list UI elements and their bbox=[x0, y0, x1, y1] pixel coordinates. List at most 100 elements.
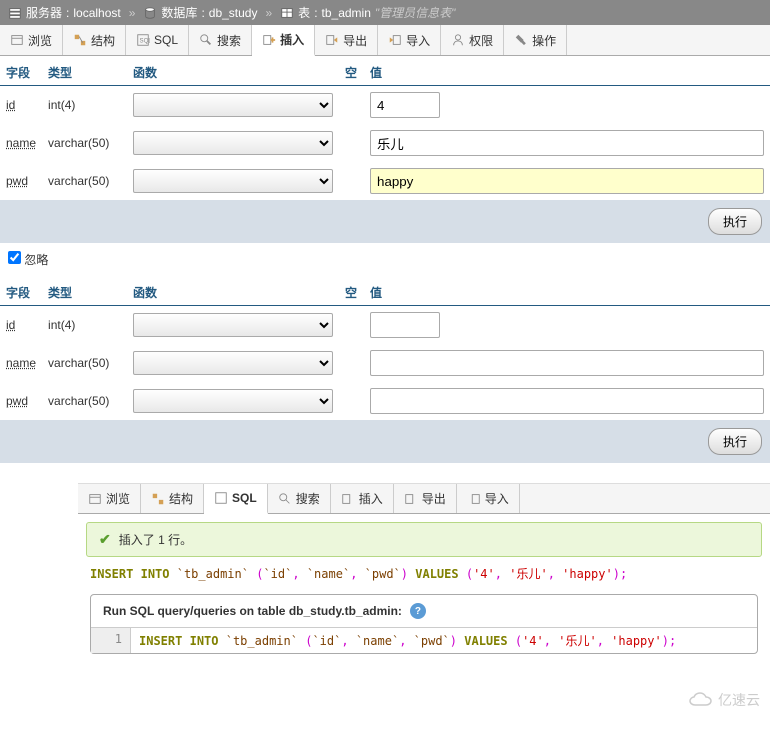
value-input-name[interactable] bbox=[370, 350, 764, 376]
check-icon: ✔ bbox=[99, 531, 111, 548]
structure-icon bbox=[73, 33, 87, 47]
action-bar-1: 执行 bbox=[0, 200, 770, 243]
query-text[interactable]: INSERT INTO `tb_admin` (`id`, `name`, `p… bbox=[131, 628, 757, 653]
action-bar-2: 执行 bbox=[0, 420, 770, 463]
table-row: id int(4) bbox=[0, 306, 770, 345]
function-select[interactable] bbox=[133, 351, 333, 375]
field-name: pwd bbox=[6, 394, 28, 408]
tab-structure[interactable]: 结构 bbox=[63, 25, 126, 55]
field-type: int(4) bbox=[42, 86, 127, 125]
tab-insert[interactable]: 插入 bbox=[331, 484, 394, 513]
main-tabs: 浏览 结构 SQLSQL 搜索 插入 导出 导入 权限 操作 bbox=[0, 25, 770, 56]
ignore-checkbox[interactable] bbox=[8, 251, 21, 264]
table-label: 表 bbox=[298, 4, 310, 21]
sql-display: INSERT INTO `tb_admin` (`id`, `name`, `p… bbox=[90, 565, 758, 582]
table-comment: "管理员信息表" bbox=[375, 4, 456, 21]
insert-table-2: 字段 类型 函数 空 值 id int(4) name varchar(50) … bbox=[0, 280, 770, 420]
tab-search[interactable]: 搜索 bbox=[268, 484, 331, 513]
tab-import[interactable]: 导入 bbox=[378, 25, 441, 55]
db-value[interactable]: db_study bbox=[209, 6, 258, 20]
function-select[interactable] bbox=[133, 169, 333, 193]
value-input-pwd[interactable] bbox=[370, 168, 764, 194]
execute-button[interactable]: 执行 bbox=[708, 428, 762, 455]
insert-icon bbox=[262, 33, 276, 47]
value-input-name[interactable] bbox=[370, 130, 764, 156]
help-icon[interactable]: ? bbox=[410, 603, 426, 619]
header-field: 字段 bbox=[0, 280, 42, 306]
tab-export[interactable]: 导出 bbox=[315, 25, 378, 55]
tab-structure[interactable]: 结构 bbox=[141, 484, 204, 513]
insert-icon bbox=[341, 492, 355, 506]
value-input-id[interactable] bbox=[370, 92, 440, 118]
structure-icon bbox=[151, 492, 165, 506]
db-label: 数据库 bbox=[161, 4, 197, 21]
browse-icon bbox=[88, 492, 102, 506]
query-editor[interactable]: 1 INSERT INTO `tb_admin` (`id`, `name`, … bbox=[91, 628, 757, 653]
header-function: 函数 bbox=[127, 60, 339, 86]
header-null: 空 bbox=[339, 280, 364, 306]
line-number: 1 bbox=[91, 628, 131, 653]
field-name: id bbox=[6, 98, 15, 112]
export-icon bbox=[325, 33, 339, 47]
privileges-icon bbox=[451, 33, 465, 47]
server-label: 服务器 bbox=[26, 4, 62, 21]
tab-privileges[interactable]: 权限 bbox=[441, 25, 504, 55]
query-panel: Run SQL query/queries on table db_study.… bbox=[90, 594, 758, 654]
field-name: name bbox=[6, 356, 36, 370]
success-text: 插入了 1 行。 bbox=[119, 531, 192, 548]
execute-button[interactable]: 执行 bbox=[708, 208, 762, 235]
header-value: 值 bbox=[364, 280, 770, 306]
result-panel: 浏览 结构 SQL 搜索 插入 导出 导入 ✔ 插入了 1 行。 INSERT … bbox=[78, 483, 770, 654]
table-row: pwd varchar(50) bbox=[0, 162, 770, 200]
database-icon bbox=[143, 6, 157, 20]
value-input-id[interactable] bbox=[370, 312, 440, 338]
field-type: varchar(50) bbox=[42, 382, 127, 420]
tab-browse[interactable]: 浏览 bbox=[78, 484, 141, 513]
tab-operations[interactable]: 操作 bbox=[504, 25, 567, 55]
table-icon bbox=[280, 6, 294, 20]
tab-sql[interactable]: SQL bbox=[204, 484, 268, 514]
breadcrumb: 服务器: localhost » 数据库: db_study » 表: tb_a… bbox=[0, 0, 770, 25]
field-type: int(4) bbox=[42, 306, 127, 345]
import-icon bbox=[467, 492, 481, 506]
query-panel-title: Run SQL query/queries on table db_study.… bbox=[103, 604, 402, 618]
value-input-pwd[interactable] bbox=[370, 388, 764, 414]
cloud-icon bbox=[688, 691, 716, 709]
function-select[interactable] bbox=[133, 93, 333, 117]
watermark: 亿速云 bbox=[688, 690, 760, 710]
server-value[interactable]: localhost bbox=[73, 6, 120, 20]
tab-export[interactable]: 导出 bbox=[394, 484, 457, 513]
field-name: pwd bbox=[6, 174, 28, 188]
header-field: 字段 bbox=[0, 60, 42, 86]
success-message: ✔ 插入了 1 行。 bbox=[86, 522, 762, 557]
browse-icon bbox=[10, 33, 24, 47]
header-null: 空 bbox=[339, 60, 364, 86]
tab-import[interactable]: 导入 bbox=[457, 484, 520, 513]
table-row: name varchar(50) bbox=[0, 344, 770, 382]
function-select[interactable] bbox=[133, 389, 333, 413]
result-tabs: 浏览 结构 SQL 搜索 插入 导出 导入 bbox=[78, 484, 770, 514]
search-icon bbox=[278, 492, 292, 506]
import-icon bbox=[388, 33, 402, 47]
function-select[interactable] bbox=[133, 313, 333, 337]
tab-insert[interactable]: 插入 bbox=[252, 25, 315, 56]
table-row: pwd varchar(50) bbox=[0, 382, 770, 420]
insert-table-1: 字段 类型 函数 空 值 id int(4) name varchar(50) … bbox=[0, 60, 770, 200]
header-function: 函数 bbox=[127, 280, 339, 306]
header-value: 值 bbox=[364, 60, 770, 86]
table-value[interactable]: tb_admin bbox=[322, 6, 371, 20]
field-type: varchar(50) bbox=[42, 162, 127, 200]
ignore-label: 忽略 bbox=[24, 253, 48, 267]
field-name: id bbox=[6, 318, 15, 332]
operations-icon bbox=[514, 33, 528, 47]
tab-browse[interactable]: 浏览 bbox=[0, 25, 63, 55]
ignore-row: 忽略 bbox=[0, 243, 770, 276]
sql-icon: SQL bbox=[136, 33, 150, 47]
tab-sql[interactable]: SQLSQL bbox=[126, 25, 189, 55]
function-select[interactable] bbox=[133, 131, 333, 155]
table-row: name varchar(50) bbox=[0, 124, 770, 162]
search-icon bbox=[199, 33, 213, 47]
tab-search[interactable]: 搜索 bbox=[189, 25, 252, 55]
export-icon bbox=[404, 492, 418, 506]
field-type: varchar(50) bbox=[42, 344, 127, 382]
